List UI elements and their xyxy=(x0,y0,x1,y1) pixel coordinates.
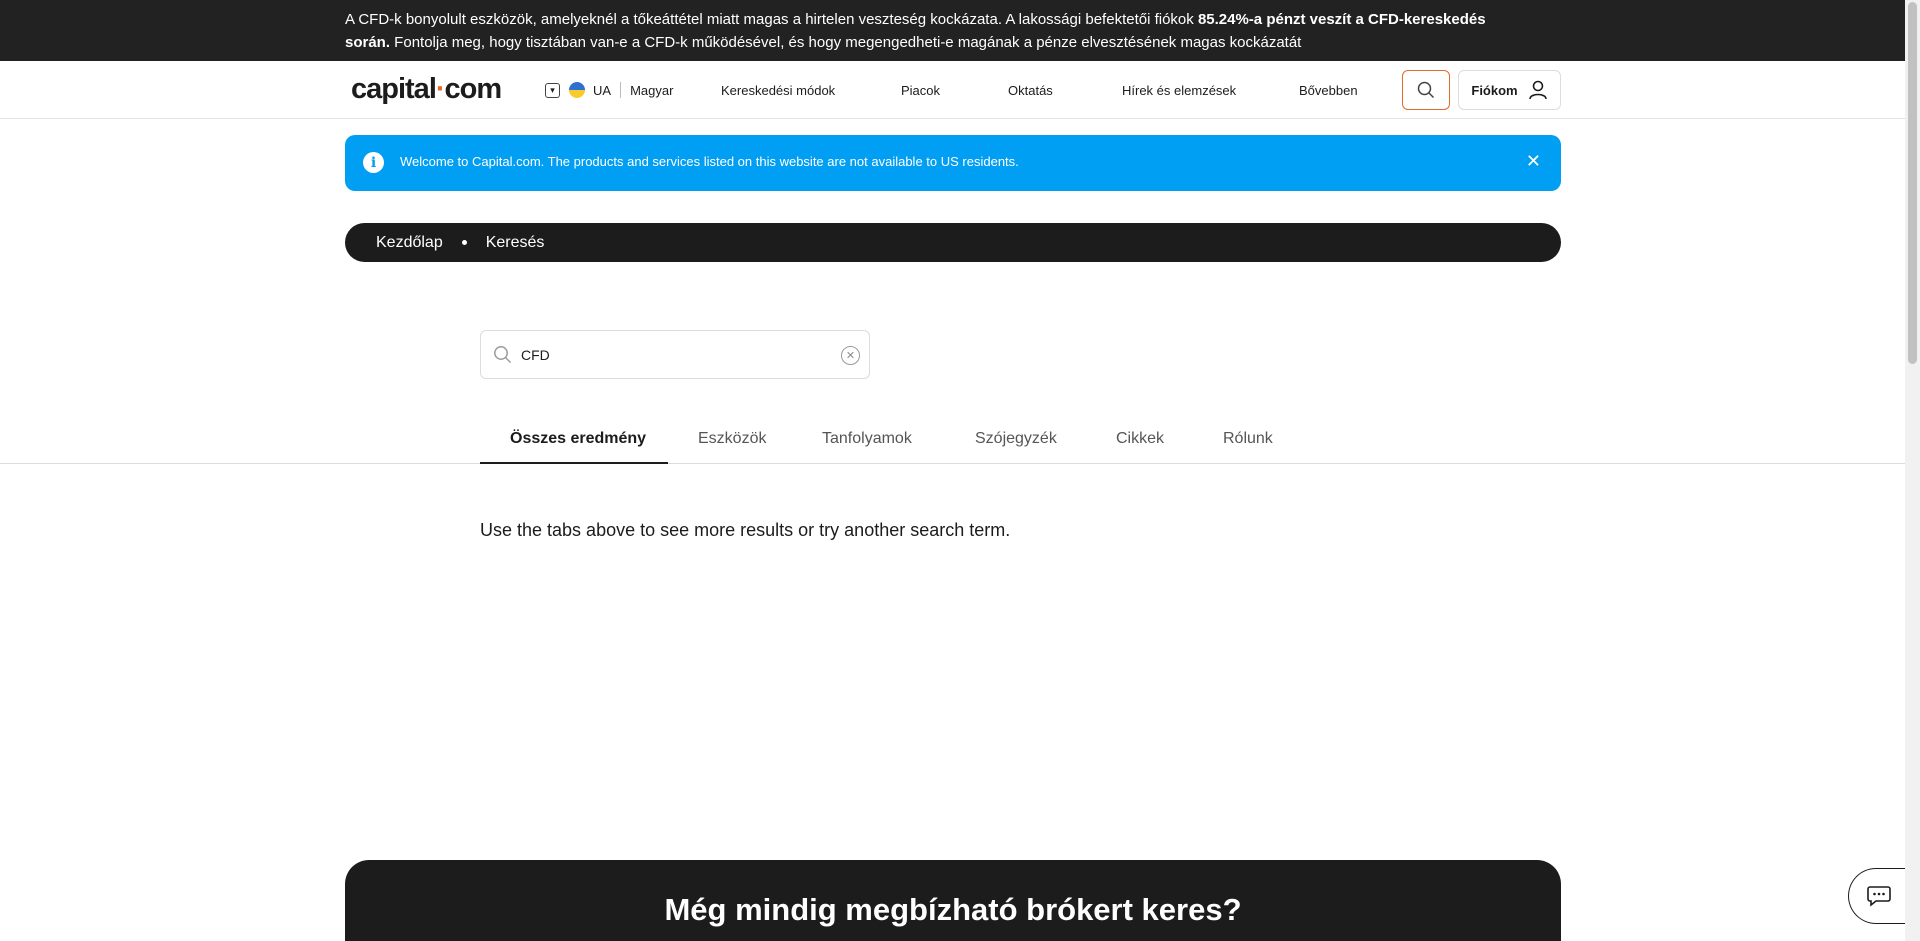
breadcrumb: Kezdőlap Keresés xyxy=(345,223,1561,262)
risk-warning-banner: A CFD-k bonyolult eszközök, amelyeknél a… xyxy=(0,0,1905,61)
account-button[interactable]: Fiókom xyxy=(1458,70,1561,110)
us-residents-notice: i Welcome to Capital.com. The products a… xyxy=(345,135,1561,191)
search-icon xyxy=(1417,81,1435,99)
tab-courses[interactable]: Tanfolyamok xyxy=(822,430,912,448)
tab-assets[interactable]: Eszközök xyxy=(698,430,766,448)
language-label: Magyar xyxy=(630,82,674,98)
chevron-down-icon: ▾ xyxy=(545,82,560,98)
close-icon[interactable]: ✕ xyxy=(1526,151,1541,172)
search-input[interactable] xyxy=(521,343,821,367)
risk-warning-text: A CFD-k bonyolult eszközök, amelyeknél a… xyxy=(345,11,1486,51)
ukraine-flag-icon xyxy=(569,82,585,98)
breadcrumb-separator xyxy=(461,240,467,245)
info-icon: i xyxy=(363,152,384,173)
active-tab-indicator xyxy=(480,462,668,464)
site-header: capital·com ▾ UA Magyar Kereskedési módo… xyxy=(0,61,1905,119)
language-selector[interactable]: ▾ UA Magyar xyxy=(545,81,673,99)
nav-trading-modes[interactable]: Kereskedési módok xyxy=(721,61,835,119)
tab-all-results[interactable]: Összes eredmény xyxy=(510,430,646,448)
chat-icon xyxy=(1866,886,1891,907)
breadcrumb-current: Keresés xyxy=(485,233,545,251)
user-icon xyxy=(1528,80,1547,100)
breadcrumb-home[interactable]: Kezdőlap xyxy=(376,234,443,252)
promo-section: Még mindig megbízható brókert keres? xyxy=(345,860,1561,941)
tab-glossary[interactable]: Szójegyzék xyxy=(975,430,1057,448)
header-search-button[interactable] xyxy=(1402,70,1450,110)
results-tabs: Összes eredmény Eszközök Tanfolyamok Szó… xyxy=(0,418,1905,464)
divider xyxy=(620,82,622,98)
clear-search-icon[interactable]: ✕ xyxy=(841,346,860,365)
nav-news-analysis[interactable]: Hírek és elemzések xyxy=(1122,61,1236,119)
page-scrollbar[interactable] xyxy=(1905,0,1920,941)
account-label: Fiókom xyxy=(1471,82,1518,98)
promo-title: Még mindig megbízható brókert keres? xyxy=(664,892,1242,927)
notice-text: Welcome to Capital.com. The products and… xyxy=(400,154,1019,169)
region-code: UA xyxy=(593,82,612,98)
scrollbar-thumb[interactable] xyxy=(1908,2,1917,364)
search-icon xyxy=(494,346,512,364)
search-field: ✕ xyxy=(480,330,870,379)
chat-button[interactable] xyxy=(1848,868,1908,924)
nav-more[interactable]: Bővebben xyxy=(1299,61,1358,119)
tab-articles[interactable]: Cikkek xyxy=(1116,430,1164,448)
tab-about-us[interactable]: Rólunk xyxy=(1223,430,1273,448)
nav-education[interactable]: Oktatás xyxy=(1008,61,1053,119)
capital-com-logo[interactable]: capital·com xyxy=(351,73,502,106)
nav-markets[interactable]: Piacok xyxy=(901,61,940,119)
results-hint: Use the tabs above to see more results o… xyxy=(480,520,1011,540)
